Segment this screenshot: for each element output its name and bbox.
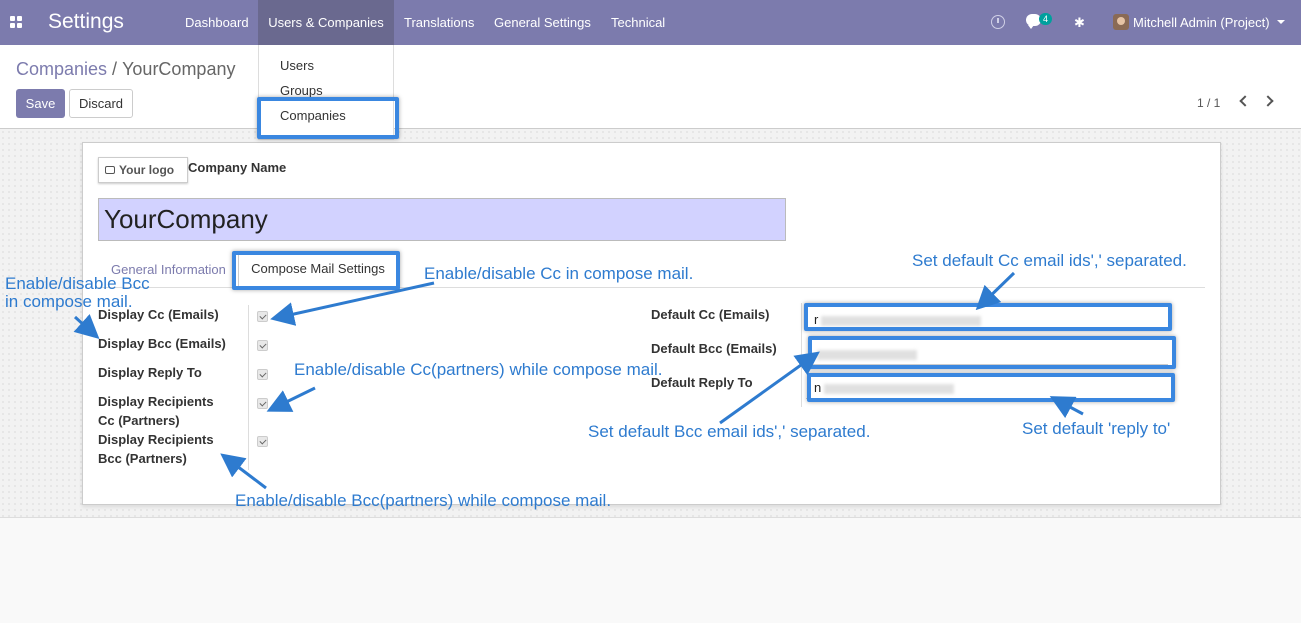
breadcrumb: Companies / YourCompany	[16, 59, 235, 80]
chat-badge: 4	[1039, 13, 1053, 25]
recipients-cc-line1: Display Recipients	[98, 394, 214, 409]
display-cc-checkbox[interactable]	[257, 311, 268, 322]
annotation-bcc-line2: in compose mail.	[5, 292, 133, 311]
dropdown-item-users[interactable]: Users	[280, 58, 314, 73]
highlight-default-cc	[804, 303, 1172, 331]
annotation-default-cc: Set default Cc email ids',' separated.	[912, 251, 1187, 270]
recipients-bcc-line1: Display Recipients	[98, 432, 214, 447]
activity-clock-icon[interactable]	[991, 15, 1005, 29]
breadcrumb-companies[interactable]: Companies	[16, 59, 107, 79]
logo-button-label: Your logo	[119, 163, 175, 177]
menu-technical[interactable]: Technical	[601, 0, 675, 45]
display-reply-to-checkbox[interactable]	[257, 369, 268, 380]
breadcrumb-current: YourCompany	[122, 59, 236, 79]
annotation-bcc-line1: Enable/disable Bcc	[5, 274, 150, 293]
control-panel: Companies / YourCompany Save Discard 1 / 1	[0, 45, 1301, 129]
company-name-input[interactable]: YourCompany	[98, 198, 786, 241]
menu-users-companies[interactable]: Users & Companies	[258, 0, 394, 45]
recipients-bcc-line2: Bcc (Partners)	[98, 451, 187, 466]
recipients-cc-line2: Cc (Partners)	[98, 413, 180, 428]
debug-bug-icon[interactable]: ✱	[1074, 15, 1085, 31]
app-title: Settings	[48, 10, 124, 33]
annotation-bcc-partners: Enable/disable Bcc(partners) while compo…	[235, 491, 612, 510]
camera-icon	[105, 166, 115, 174]
annotation-cc: Enable/disable Cc in compose mail.	[424, 264, 694, 283]
save-button[interactable]: Save	[16, 89, 65, 118]
annotation-default-bcc: Set default Bcc email ids',' separated.	[588, 422, 871, 441]
company-name-label: Company Name	[188, 160, 287, 175]
highlight-default-reply	[807, 373, 1175, 402]
dropdown-item-groups[interactable]: Groups	[280, 83, 323, 98]
menu-dashboard[interactable]: Dashboard	[175, 0, 259, 45]
pager-prev-icon[interactable]	[1239, 95, 1251, 107]
display-recipients-cc-checkbox[interactable]	[257, 398, 268, 409]
discard-button[interactable]: Discard	[69, 89, 133, 118]
menu-general-settings[interactable]: General Settings	[484, 0, 601, 45]
annotation-cc-partners: Enable/disable Cc(partners) while compos…	[294, 360, 663, 379]
highlight-companies	[257, 97, 399, 139]
apps-menu-icon[interactable]	[10, 16, 22, 28]
bottom-area	[0, 517, 1301, 623]
display-reply-to-label: Display Reply To	[98, 365, 202, 380]
breadcrumb-separator: /	[112, 59, 118, 79]
right-column-separator	[801, 303, 802, 407]
display-recipients-bcc-checkbox[interactable]	[257, 436, 268, 447]
user-menu[interactable]: Mitchell Admin (Project)	[1133, 0, 1270, 45]
display-recipients-cc-label: Display Recipients Cc (Partners)	[98, 392, 214, 430]
display-bcc-label: Display Bcc (Emails)	[98, 336, 226, 351]
avatar[interactable]	[1113, 14, 1129, 30]
menu-translations[interactable]: Translations	[394, 0, 484, 45]
pager-value: 1 / 1	[1197, 96, 1221, 110]
highlight-default-bcc	[808, 336, 1176, 369]
logo-upload-button[interactable]: Your logo	[98, 157, 188, 183]
chevron-down-icon[interactable]	[1277, 20, 1285, 24]
left-column-separator	[248, 305, 249, 470]
default-cc-label: Default Cc (Emails)	[651, 307, 770, 322]
highlight-compose-tab	[232, 251, 400, 290]
annotation-default-reply: Set default 'reply to'	[1022, 419, 1171, 438]
display-bcc-checkbox[interactable]	[257, 340, 268, 351]
default-bcc-label: Default Bcc (Emails)	[651, 341, 777, 356]
pager-next-icon[interactable]	[1262, 95, 1274, 107]
default-reply-to-label: Default Reply To	[651, 375, 753, 390]
display-recipients-bcc-label: Display Recipients Bcc (Partners)	[98, 430, 214, 468]
top-navbar: Settings Dashboard Users & Companies Tra…	[0, 0, 1301, 45]
